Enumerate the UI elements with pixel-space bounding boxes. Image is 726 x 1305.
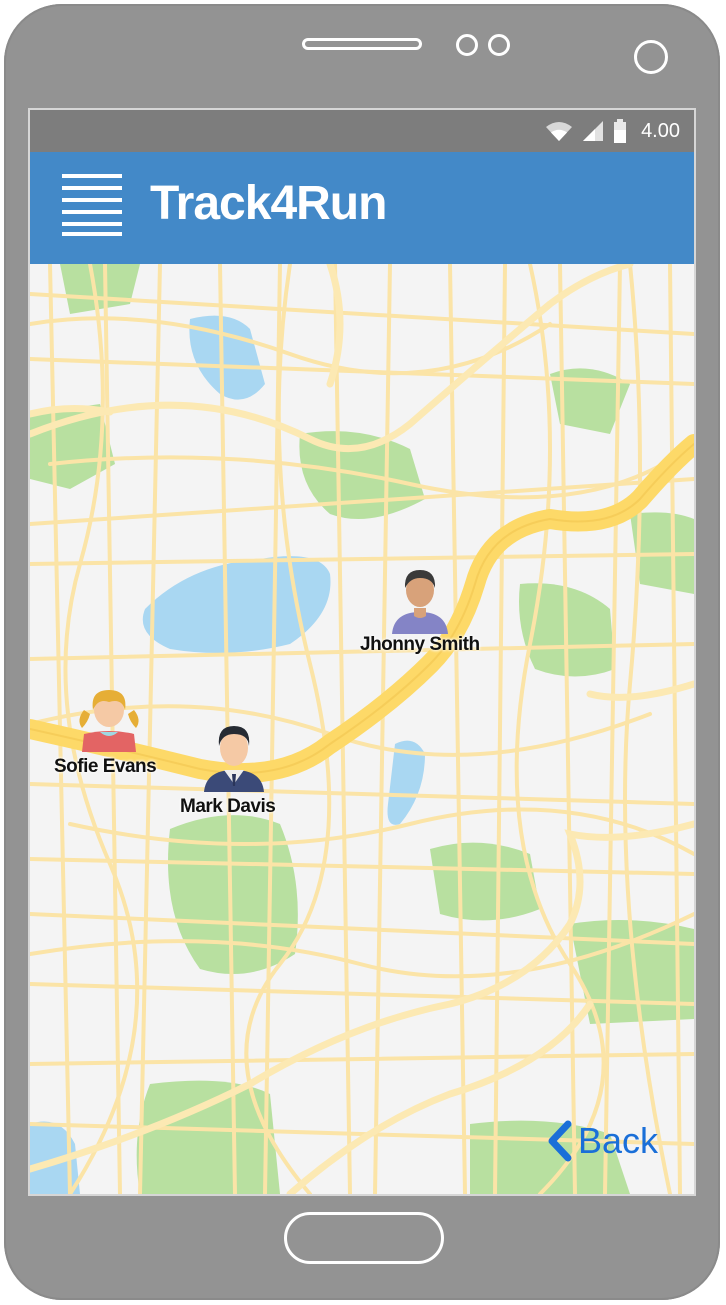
signal-icon bbox=[583, 121, 604, 141]
front-sensor bbox=[456, 34, 478, 56]
status-icons: 4.00 bbox=[545, 118, 680, 144]
man-purple-shirt-avatar bbox=[392, 570, 448, 634]
status-bar: 4.00 bbox=[30, 110, 694, 152]
back-label: Back bbox=[578, 1120, 659, 1161]
hamburger-menu-icon[interactable] bbox=[60, 172, 124, 236]
chevron-left-icon bbox=[548, 1120, 572, 1162]
back-button[interactable]: Back bbox=[546, 1116, 658, 1166]
wifi-icon bbox=[546, 122, 573, 141]
runner-name: Jhonny Smith bbox=[360, 634, 480, 655]
status-time: 4.00 bbox=[641, 119, 680, 142]
app-title: Track4Run bbox=[150, 177, 387, 230]
app-screen: 4.00 Track4Run Jhonny Smith Sofie Evans … bbox=[30, 110, 694, 1194]
home-button[interactable] bbox=[284, 1212, 444, 1264]
runner-name: Sofie Evans bbox=[54, 756, 157, 777]
front-camera bbox=[634, 40, 668, 74]
girl-pigtails-avatar bbox=[79, 690, 139, 752]
front-sensor bbox=[488, 34, 510, 56]
battery-icon bbox=[614, 119, 627, 143]
speaker-grille bbox=[302, 38, 422, 50]
runner-name: Mark Davis bbox=[180, 796, 276, 817]
app-bar: Track4Run bbox=[30, 152, 694, 264]
man-suit-avatar bbox=[204, 726, 264, 792]
